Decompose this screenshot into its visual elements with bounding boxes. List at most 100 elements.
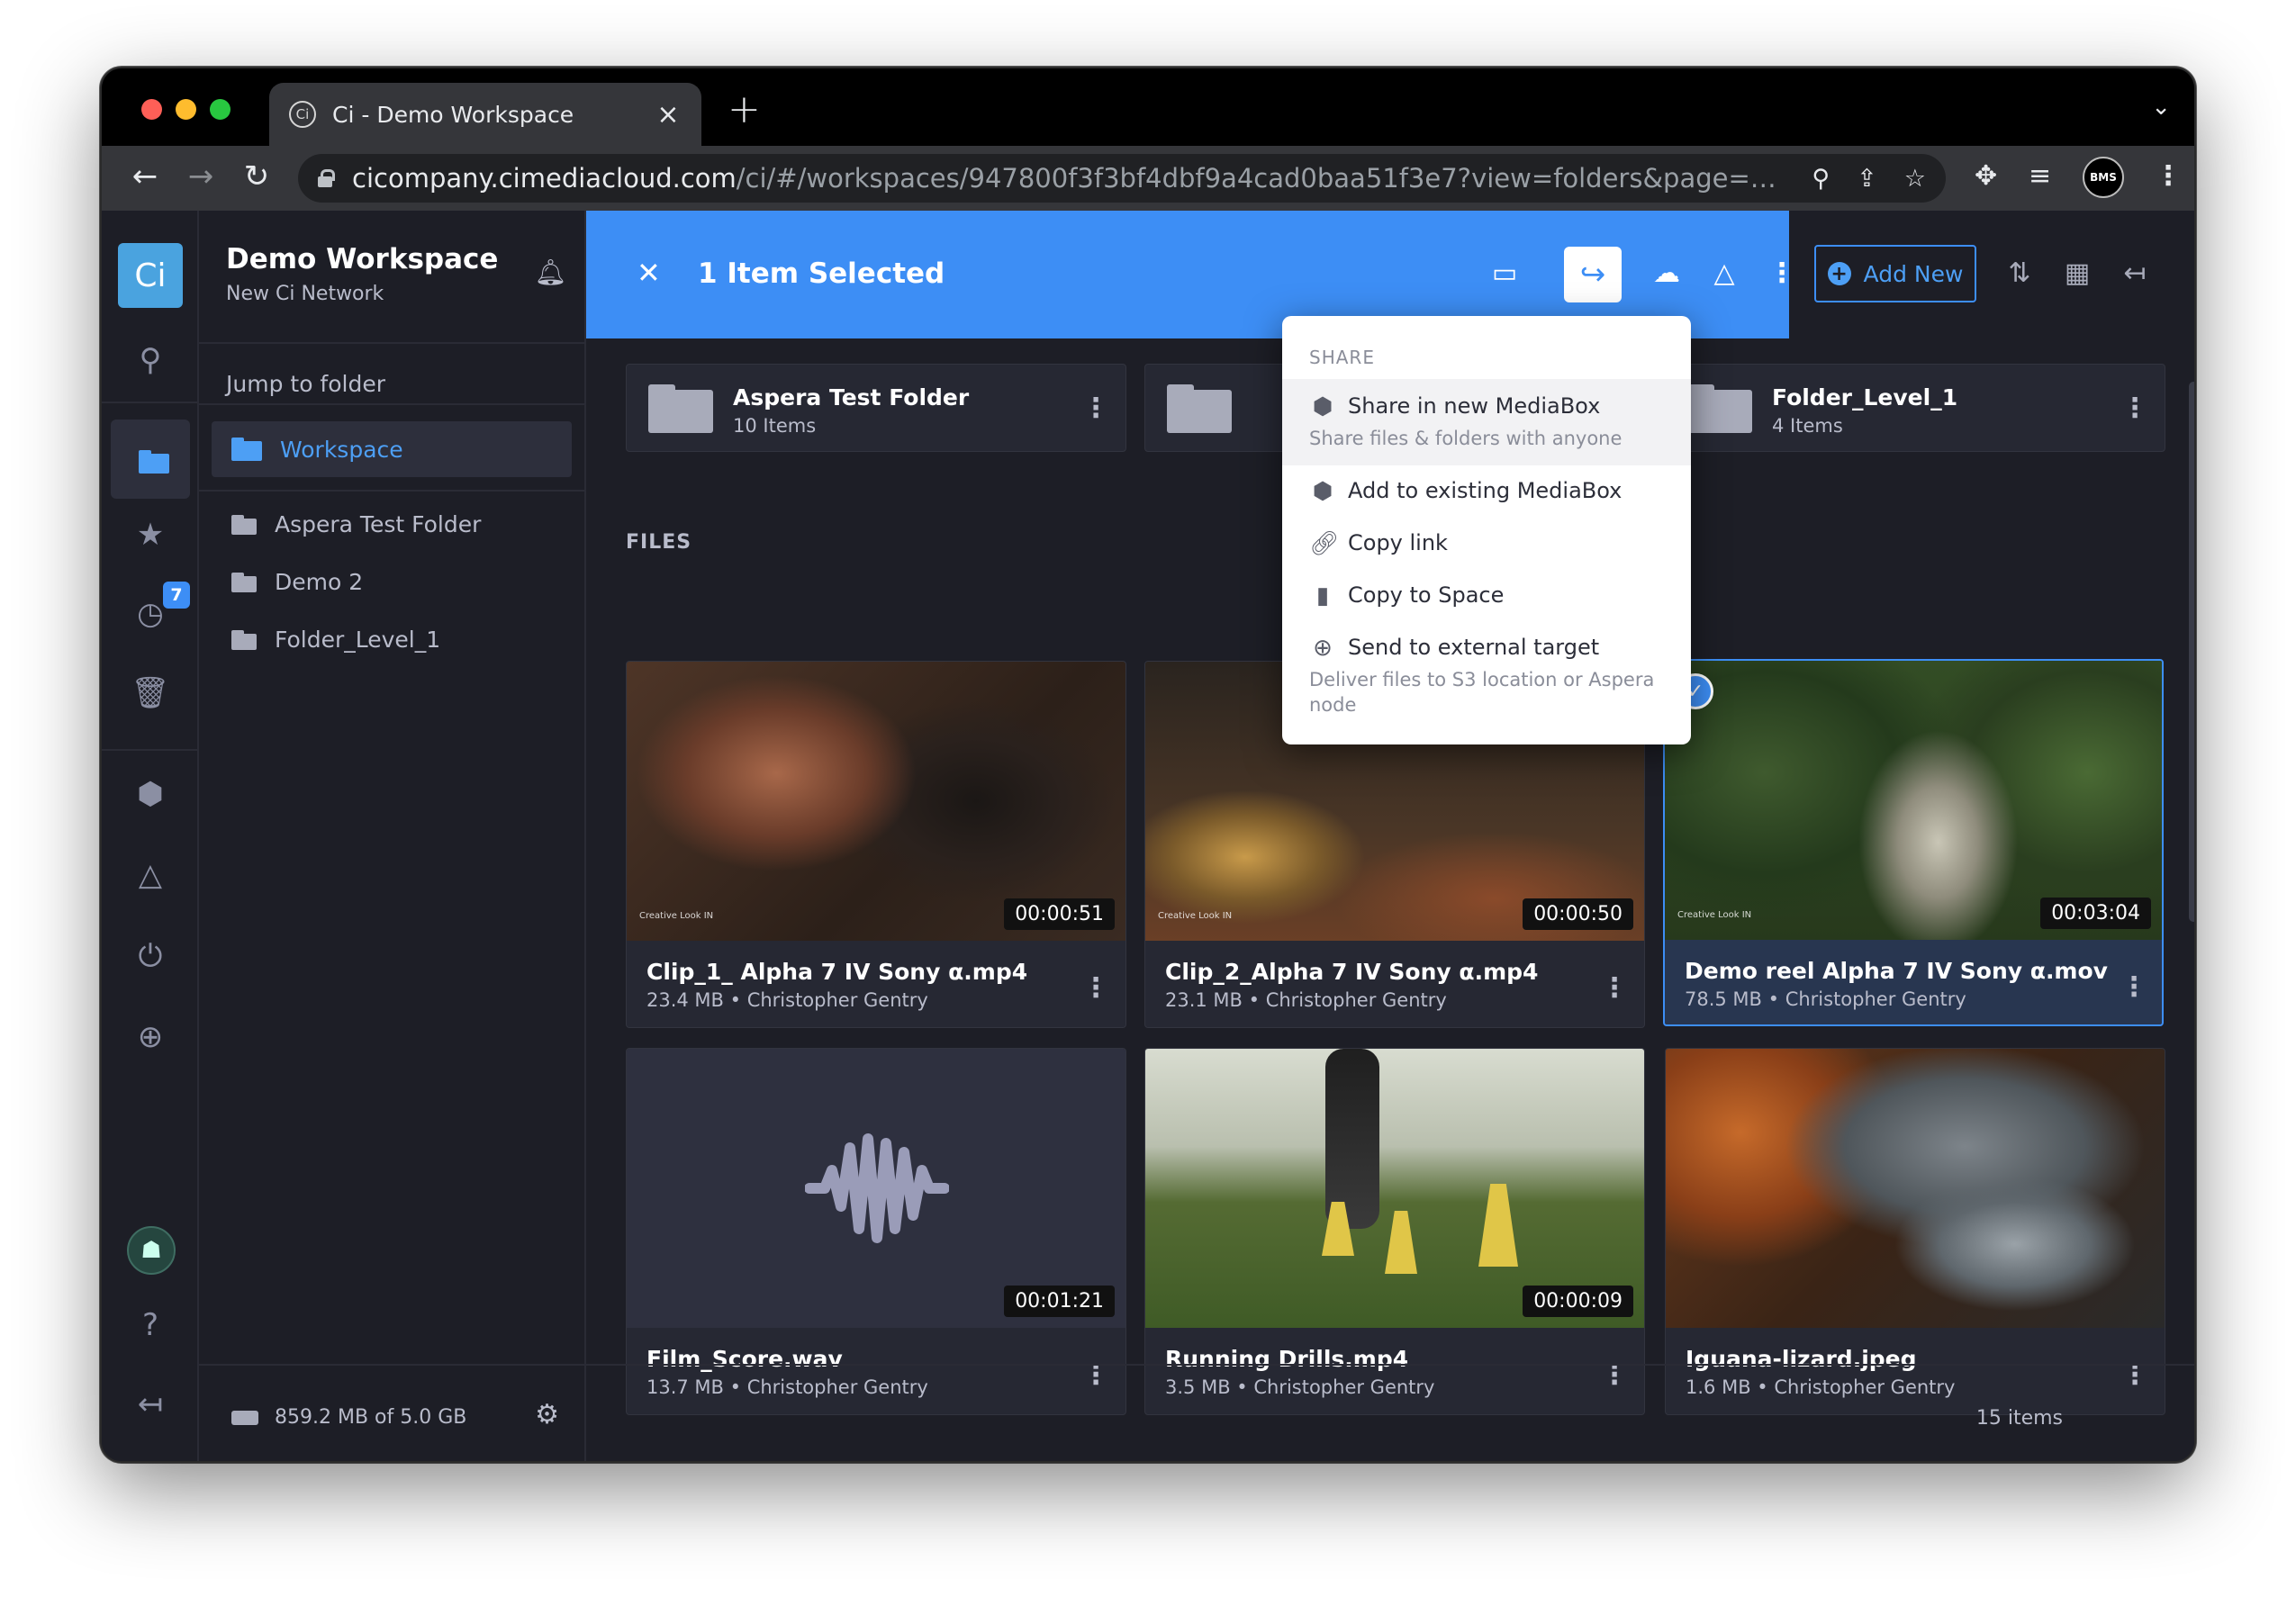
jump-to-folder-input[interactable]: Jump to folder [226, 371, 385, 397]
workspace-folder-icon[interactable] [111, 420, 190, 499]
folder-icon [1167, 384, 1232, 433]
link-icon: 🔗︎ [1309, 530, 1340, 557]
zoom-icon[interactable]: ⚲ [1812, 165, 1830, 193]
tab-search-chevron-icon[interactable]: ⌄ [2151, 94, 2171, 121]
file-card[interactable]: 00:01:21 Film_Score.wav 13.7 MB • Christ… [626, 1048, 1126, 1415]
workspace-folder-icon [231, 438, 262, 461]
sidebar-item-folder-level-1[interactable]: Folder_Level_1 [231, 627, 440, 653]
audio-thumbnail: 00:01:21 [627, 1049, 1125, 1328]
add-new-button[interactable]: + Add New [1814, 245, 1976, 302]
video-thumbnail: 00:00:09 [1145, 1049, 1644, 1328]
app-shell: Ci ⚲ ★ ◷ 7 🗑 ⬢ △ ⏻ ⊕ ☗ ? ↤ Demo Workspac… [102, 211, 2194, 1461]
duration-badge: 00:00:50 [1523, 898, 1633, 930]
ci-favicon-icon: Ci [289, 101, 316, 128]
file-more-icon[interactable]: ⋮ [1082, 975, 1109, 1002]
browser-menu-icon[interactable]: ⋮ [2155, 160, 2182, 192]
icon-rail: Ci ⚲ ★ ◷ 7 🗑 ⬢ △ ⏻ ⊕ ☗ ? ↤ [102, 211, 199, 1461]
targets-icon[interactable]: ⊕ [102, 1019, 199, 1055]
share-menu-header: SHARE [1309, 347, 1375, 368]
mediabox-cube-icon[interactable]: ⬢ [102, 776, 199, 812]
spaces-icon[interactable]: △ [102, 857, 199, 893]
new-tab-button[interactable]: + [728, 86, 761, 132]
share-page-icon[interactable]: ⇪ [1857, 165, 1877, 193]
forward-button[interactable]: → [181, 158, 221, 194]
storage-settings-gear-icon[interactable]: ⚙ [535, 1399, 559, 1430]
notifications-bell-icon[interactable]: 🔔︎ [534, 257, 566, 287]
network-name: New Ci Network [226, 283, 384, 305]
collapse-panel-icon[interactable]: ↤ [2117, 257, 2153, 289]
folder-card-aspera-test-folder[interactable]: Aspera Test Folder 10 Items ⋮ [626, 364, 1126, 452]
folder-icon [231, 514, 257, 535]
close-window-button[interactable] [141, 99, 162, 120]
extensions-puzzle-icon[interactable]: ✥ [1975, 160, 1997, 192]
folder-icon [648, 384, 713, 433]
favorites-star-icon[interactable]: ★ [102, 517, 199, 553]
menu-item-share-new-mediabox[interactable]: ⬢ Share in new MediaBox Share files & fo… [1282, 379, 1691, 465]
user-avatar[interactable]: ☗ [127, 1226, 176, 1275]
close-tab-icon[interactable]: × [655, 99, 682, 131]
cloud-download-icon[interactable]: ☁ [1649, 257, 1685, 289]
share-arrow-icon[interactable]: ↪ [1564, 247, 1622, 302]
selection-count: 1 Item Selected [698, 257, 945, 290]
folder-sidebar: Demo Workspace New Ci Network 🔔︎ Jump to… [199, 211, 586, 1461]
search-icon[interactable]: ⚲ [102, 342, 199, 378]
workspace-toolbar: + Add New ⇅ ▦ ↤ [1789, 211, 2194, 338]
storage-usage: 859.2 MB of 5.0 GB [231, 1406, 466, 1429]
lock-icon[interactable] [318, 169, 335, 187]
reload-button[interactable]: ↻ [237, 158, 276, 194]
space-icon: ▮ [1315, 582, 1330, 609]
workspace-title: Demo Workspace [226, 243, 499, 275]
tab-title: Ci - Demo Workspace [332, 101, 574, 128]
audio-waveform-icon [805, 1133, 949, 1243]
folder-card-folder-level-1[interactable]: Folder_Level_1 4 Items ⋮ [1665, 364, 2165, 452]
menu-item-add-existing-mediabox[interactable]: ⬢ Add to existing MediaBox [1282, 465, 1691, 518]
video-thumbnail: ✓ Creative Look IN 00:03:04 [1665, 661, 2162, 940]
item-count: 15 items [1975, 1407, 2063, 1430]
minimize-window-button[interactable] [176, 99, 196, 120]
file-more-icon[interactable]: ⋮ [1601, 975, 1628, 1002]
back-button[interactable]: ← [125, 158, 165, 194]
url-text[interactable]: cicompany.cimediacloud.com/ci/#/workspac… [352, 163, 1785, 194]
target-icon: ⊕ [1313, 635, 1333, 662]
cube-icon: ⬢ [1312, 393, 1333, 420]
sidebar-item-aspera-test-folder[interactable]: Aspera Test Folder [231, 511, 481, 537]
tab-strip: Ci Ci - Demo Workspace × + ⌄ [102, 68, 2194, 146]
scrollbar[interactable] [2189, 382, 2194, 922]
maximize-window-button[interactable] [210, 99, 231, 120]
folder-more-icon[interactable]: ⋮ [2121, 395, 2148, 422]
menu-item-copy-to-space[interactable]: ▮ Copy to Space [1282, 570, 1691, 622]
grid-view-icon[interactable]: ▦ [2059, 257, 2095, 289]
collapse-icon[interactable]: ↤ [102, 1386, 199, 1422]
browser-tab[interactable]: Ci Ci - Demo Workspace × [269, 83, 701, 146]
menu-item-copy-link[interactable]: 🔗︎ Copy link [1282, 518, 1691, 570]
cube-icon: ⬢ [1312, 478, 1333, 505]
duration-badge: 00:00:51 [1004, 898, 1115, 930]
downloads-icon[interactable]: ⏻ [102, 938, 199, 974]
trash-icon[interactable]: 🗑 [102, 675, 199, 711]
image-icon[interactable]: ▭ [1487, 257, 1523, 289]
recent-badge: 7 [163, 582, 190, 609]
spaces-icon[interactable]: △ [1706, 257, 1742, 289]
menu-item-send-external-target[interactable]: ⊕ Send to external target Deliver files … [1282, 622, 1691, 735]
file-more-icon[interactable]: ⋮ [2120, 974, 2147, 1001]
file-card[interactable]: Iguana-lizard.jpeg 1.6 MB • Christopher … [1665, 1048, 2165, 1415]
plus-icon: + [1827, 262, 1851, 285]
file-card-selected[interactable]: ✓ Creative Look IN 00:03:04 Demo reel Al… [1663, 659, 2164, 1026]
sidebar-item-workspace[interactable]: Workspace [212, 421, 572, 477]
file-card[interactable]: 00:00:09 Running Drills.mp4 3.5 MB • Chr… [1144, 1048, 1645, 1415]
status-bar: 15 items [586, 1364, 2194, 1461]
bookmark-star-icon[interactable]: ☆ [1904, 165, 1926, 193]
clear-selection-close-icon[interactable]: ✕ [637, 256, 661, 290]
folder-more-icon[interactable]: ⋮ [1082, 395, 1109, 422]
sidebar-item-demo-2[interactable]: Demo 2 [231, 569, 363, 595]
file-card[interactable]: Creative Look IN 00:00:51 Clip_1_ Alpha … [626, 661, 1126, 1028]
browser-window: Ci Ci - Demo Workspace × + ⌄ ← → ↻ cicom… [100, 67, 2196, 1463]
profile-avatar[interactable]: BMS [2083, 157, 2124, 198]
image-thumbnail [1666, 1049, 2165, 1328]
ci-logo[interactable]: Ci [118, 243, 183, 308]
address-bar[interactable]: cicompany.cimediacloud.com/ci/#/workspac… [298, 154, 1946, 203]
folder-icon [1687, 384, 1752, 433]
media-controls-icon[interactable]: ≡ [2029, 160, 2051, 192]
sort-icon[interactable]: ⇅ [2002, 257, 2038, 289]
help-icon[interactable]: ? [102, 1307, 199, 1343]
